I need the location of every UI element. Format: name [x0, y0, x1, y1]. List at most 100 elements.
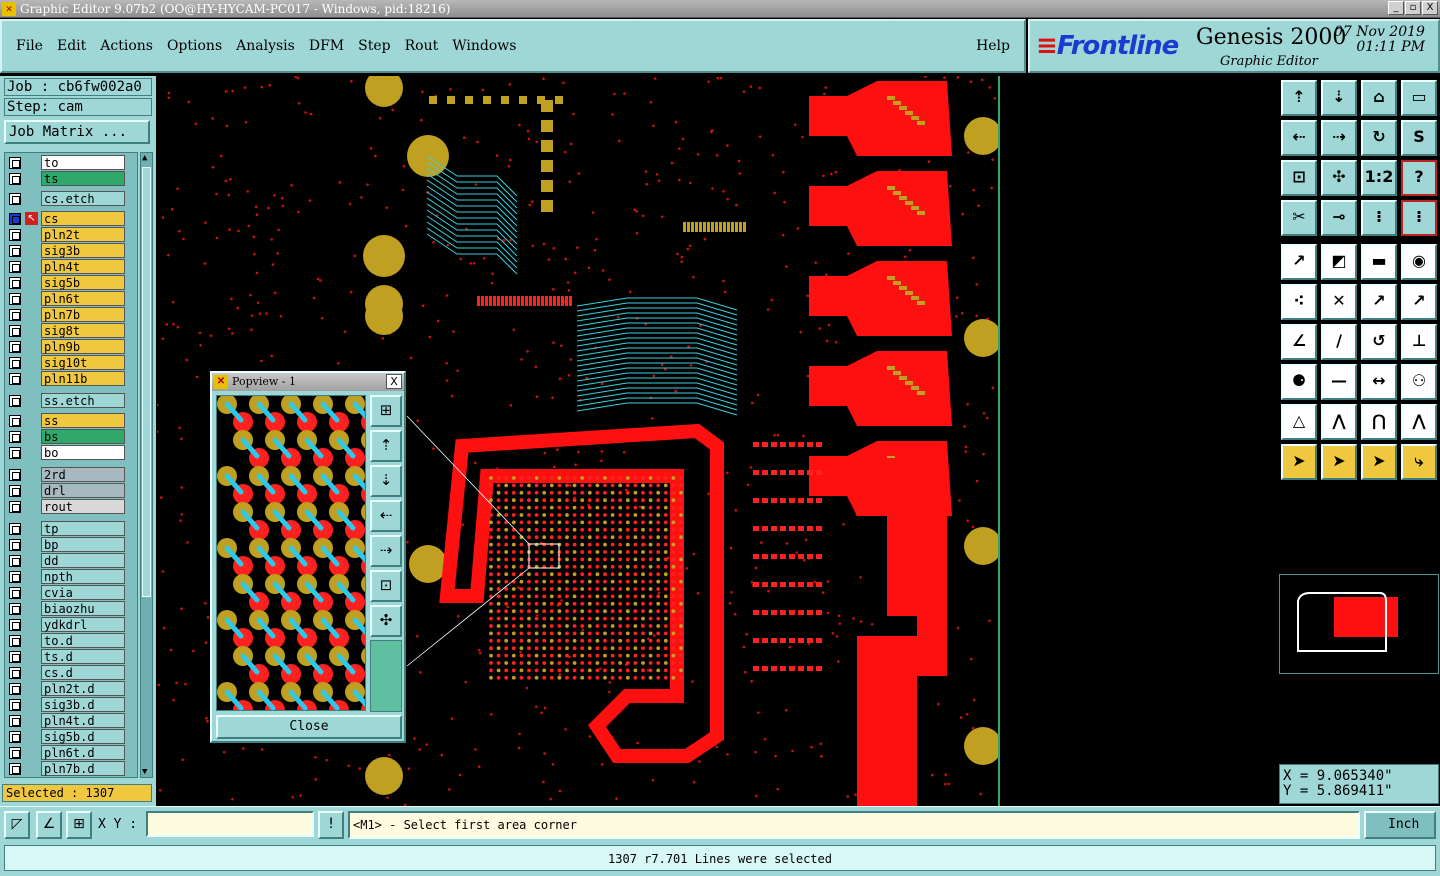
layer-checkbox[interactable] — [9, 539, 21, 551]
layer-name[interactable]: ts.d — [41, 649, 125, 664]
layer-checkbox[interactable] — [9, 373, 21, 385]
refresh-icon[interactable]: S — [1401, 120, 1437, 156]
layer-row[interactable]: to.d — [5, 633, 137, 649]
snap-icon[interactable]: ⊸ — [1321, 200, 1357, 236]
popview-up-button[interactable]: ⇡ — [370, 430, 402, 462]
layer-checkbox[interactable] — [9, 699, 21, 711]
layer-row[interactable]: biaozhu — [5, 601, 137, 617]
arch-icon[interactable]: ⋀ — [1321, 404, 1357, 440]
layer-row[interactable]: pln6t — [5, 291, 137, 307]
measure-icon[interactable]: ✂ — [1281, 200, 1317, 236]
layer-name[interactable]: ss.etch — [41, 393, 125, 408]
layer-name[interactable]: pln11b — [41, 371, 125, 386]
layer-checkbox[interactable] — [9, 715, 21, 727]
layer-name[interactable]: to — [41, 155, 125, 170]
layer-name[interactable]: pln2t.d — [41, 681, 125, 696]
menu-options[interactable]: Options — [167, 38, 222, 54]
info-icon[interactable]: ! — [318, 811, 344, 839]
layer-checkbox[interactable] — [9, 229, 21, 241]
layer-indicator-icon[interactable]: ⁝ — [1361, 200, 1397, 236]
layer-name[interactable]: sig5b — [41, 275, 125, 290]
pad-add-icon[interactable]: ↗ — [1281, 244, 1317, 280]
layer-checkbox[interactable] — [9, 667, 21, 679]
layer-name[interactable]: ss — [41, 413, 125, 428]
layer-checkbox[interactable] — [9, 277, 21, 289]
layer-name[interactable]: sig5b.d — [41, 729, 125, 744]
layer-checkbox[interactable] — [9, 587, 21, 599]
window-icon[interactable]: ▭ — [1401, 80, 1437, 116]
minimap-drawing[interactable] — [1280, 575, 1438, 673]
menu-dfm[interactable]: DFM — [309, 38, 344, 54]
layer-row[interactable]: pln7b.d — [5, 761, 137, 777]
ruler-icon[interactable]: ▬ — [1361, 244, 1397, 280]
layer-name[interactable]: cs — [41, 211, 125, 226]
layer-checkbox[interactable] — [9, 683, 21, 695]
layer-row[interactable]: bs — [5, 429, 137, 445]
scroll-thumb[interactable] — [142, 167, 151, 597]
zoom-fit-icon[interactable]: ⊡ — [1281, 160, 1317, 196]
cross-icon[interactable]: ✕ — [1321, 284, 1357, 320]
layer-checkbox[interactable] — [9, 309, 21, 321]
zoom-ratio-icon[interactable]: 1:2 — [1361, 160, 1397, 196]
layer-checkbox[interactable] — [9, 173, 21, 185]
layer-checkbox[interactable] — [9, 619, 21, 631]
maximize-button[interactable]: ▫ — [1405, 1, 1421, 15]
triangle-icon[interactable]: △ — [1281, 404, 1317, 440]
layer-name[interactable]: pln9b — [41, 339, 125, 354]
layer-row[interactable]: ↖ cs — [5, 211, 137, 227]
layer-row[interactable]: cs.etch — [5, 191, 137, 207]
pointer-box-icon[interactable]: ➤ — [1321, 444, 1357, 480]
layer-row[interactable]: sig8t — [5, 323, 137, 339]
layer-row[interactable]: ss — [5, 413, 137, 429]
layer-name[interactable]: npth — [41, 569, 125, 584]
job-matrix-button[interactable]: Job Matrix ... — [4, 120, 150, 144]
layer-checkbox[interactable] — [9, 157, 21, 169]
layer-name[interactable]: pln7b.d — [41, 761, 125, 776]
layer-row[interactable]: drl — [5, 483, 137, 499]
layer-row[interactable]: npth — [5, 569, 137, 585]
xy-input[interactable] — [146, 811, 314, 837]
polygon-icon[interactable]: ⋀ — [1401, 404, 1437, 440]
layer-row[interactable]: sig5b — [5, 275, 137, 291]
step-down-icon[interactable]: ⇣ — [1321, 80, 1357, 116]
layer-row[interactable]: ts.d — [5, 649, 137, 665]
layer-row[interactable]: rout — [5, 499, 137, 515]
units-selector[interactable]: Inch ⇁ — [1364, 811, 1436, 856]
layer-checkbox[interactable] — [9, 763, 21, 775]
menu-rout[interactable]: Rout — [405, 38, 439, 54]
layer-checkbox[interactable] — [9, 193, 21, 205]
layer-name[interactable]: sig8t — [41, 323, 125, 338]
layer-name[interactable]: 2rd — [41, 467, 125, 482]
menu-help[interactable]: Help — [976, 38, 1010, 54]
angle-mode-icon[interactable]: ∠ — [36, 811, 62, 839]
layer-checkbox[interactable] — [9, 325, 21, 337]
layer-name[interactable]: sig3b — [41, 243, 125, 258]
bridge-icon[interactable]: ⋂ — [1361, 404, 1397, 440]
route-icon[interactable]: ⤷ — [1401, 444, 1437, 480]
layer-checkbox[interactable] — [9, 469, 21, 481]
popview-close-button[interactable]: Close — [216, 715, 402, 739]
layer-checkbox[interactable] — [9, 571, 21, 583]
popview-down-button[interactable]: ⇣ — [370, 465, 402, 497]
layer-name[interactable]: biaozhu — [41, 601, 125, 616]
layer-checkbox[interactable] — [9, 523, 21, 535]
layer-row[interactable]: pln11b — [5, 371, 137, 387]
pointer-select-icon[interactable]: ➤ — [1361, 444, 1397, 480]
layer-name[interactable]: pln7b — [41, 307, 125, 322]
popview-zoom-fit-button[interactable]: ⊡ — [370, 570, 402, 602]
layer-checkbox[interactable] — [9, 635, 21, 647]
layer-row[interactable]: pln6t.d — [5, 745, 137, 761]
step-right-icon[interactable]: ⇢ — [1321, 120, 1357, 156]
angle-icon[interactable]: ∠ — [1281, 324, 1317, 360]
layer-checkbox[interactable] — [9, 747, 21, 759]
layer-checkbox[interactable] — [9, 415, 21, 427]
layer-row[interactable]: ts — [5, 171, 137, 187]
layer-row[interactable]: dd — [5, 553, 137, 569]
layer-row[interactable]: sig3b — [5, 243, 137, 259]
layer-row[interactable]: to — [5, 155, 137, 171]
grid-mode-icon[interactable]: ⊞ — [66, 811, 92, 839]
scroll-down-icon[interactable]: ▼ — [142, 767, 147, 777]
menu-windows[interactable]: Windows — [452, 38, 516, 54]
layer-name[interactable]: cs.d — [41, 665, 125, 680]
line-draw-icon[interactable]: ◩ — [1321, 244, 1357, 280]
